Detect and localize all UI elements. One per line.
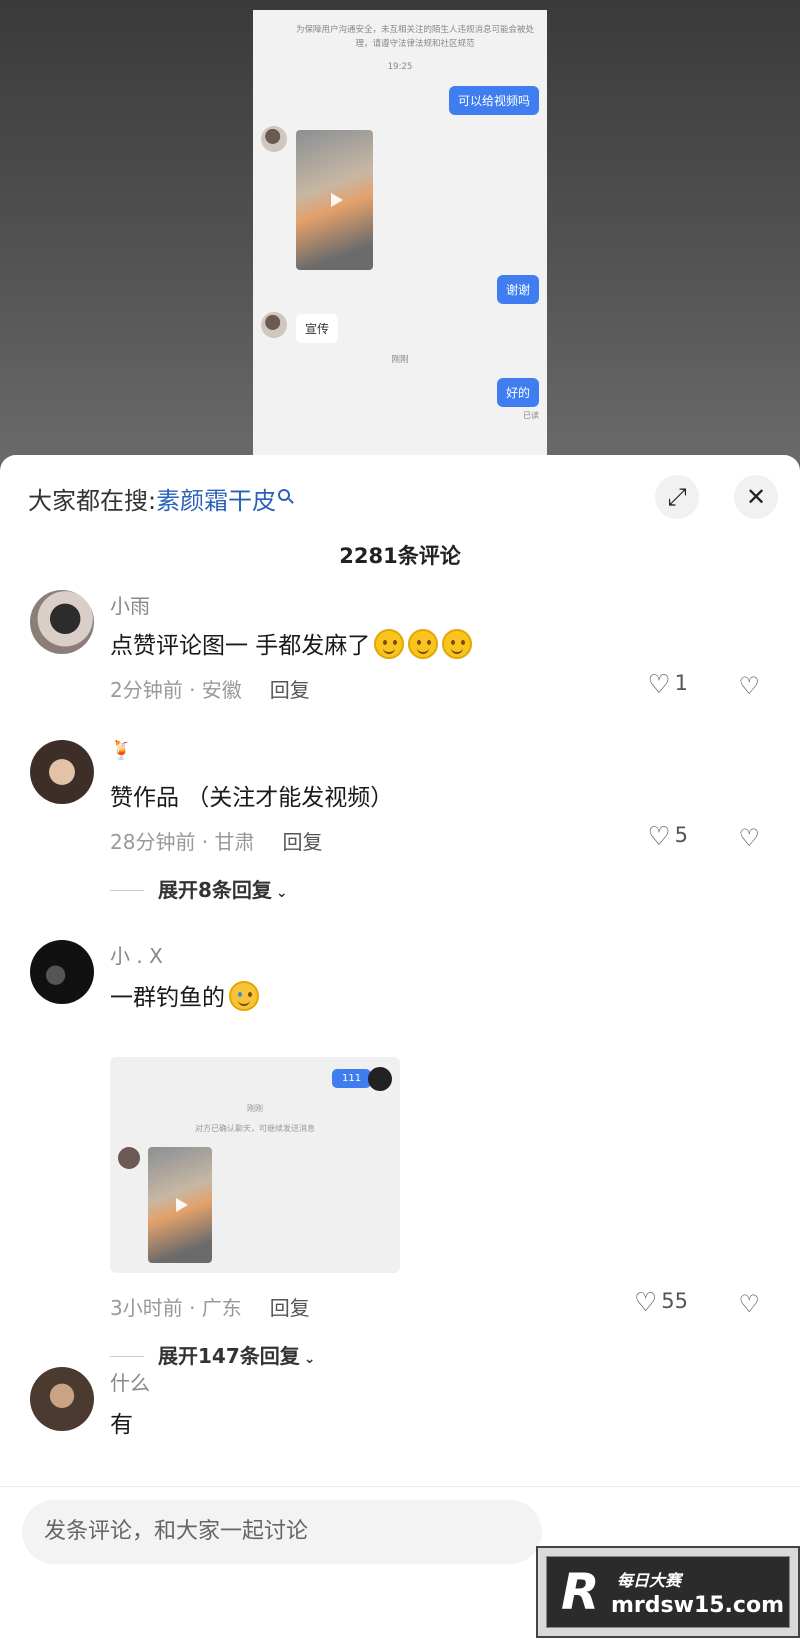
chat-avatar: [261, 126, 287, 152]
search-prefix: 大家都在搜:: [28, 487, 157, 515]
avatar[interactable]: [30, 940, 94, 1004]
comment-meta: 28分钟前 · 甘肃 回复: [110, 826, 323, 855]
time-location: 28分钟前 · 甘肃: [110, 830, 255, 854]
like-button[interactable]: ♡ 55: [634, 1288, 688, 1318]
expand-icon: ⤢: [667, 483, 687, 511]
like-count: 1: [674, 671, 688, 695]
chat-avatar: [261, 312, 287, 338]
chat-video-thumbnail: [296, 130, 373, 270]
chevron-down-icon: ⌄: [303, 1351, 316, 1367]
watermark-line2: mrdsw15.com: [611, 1593, 784, 1618]
chat-bubble-me: 好的: [496, 378, 539, 407]
like-count: 5: [674, 823, 688, 847]
chat-time: 刚刚: [391, 355, 409, 365]
chat-bubble-other: 宣传: [296, 314, 339, 343]
expand-replies-button[interactable]: 展开147条回复 ⌄: [110, 1340, 315, 1369]
heart-icon: ♡: [647, 822, 671, 852]
close-button[interactable]: ✕: [734, 475, 778, 519]
chat-avatar: [118, 1147, 140, 1169]
chat-bubble-me: 111: [332, 1069, 372, 1088]
smile-emoji-icon: [408, 629, 439, 659]
chat-avatar: [368, 1067, 392, 1091]
comment-text: 赞作品 （关注才能发视频）: [110, 785, 394, 811]
expand-replies-label: 展开8条回复: [158, 878, 272, 902]
chat-bubble-me: 谢谢: [496, 275, 539, 304]
crying-emoji-icon: [229, 981, 259, 1011]
like-button[interactable]: ♡ 5: [647, 822, 688, 852]
reply-button[interactable]: 回复: [283, 830, 323, 854]
avatar[interactable]: [30, 590, 94, 654]
watermark-inner: R 每日大赛 mrdsw15.com: [546, 1556, 790, 1628]
read-status: 已读: [523, 411, 539, 420]
divider-dash: [110, 1356, 144, 1357]
play-icon: [330, 193, 343, 207]
time-location: 3小时前 · 广东: [110, 1296, 242, 1320]
comment-meta: 3小时前 · 广东 回复: [110, 1292, 310, 1321]
avatar[interactable]: [30, 740, 94, 804]
comment-text-content: 一群钓鱼的: [110, 985, 225, 1011]
chat-time: 19:25: [387, 62, 413, 72]
comment-text: 点赞评论图一 手都发麻了: [110, 626, 473, 660]
avatar[interactable]: [30, 1367, 94, 1431]
like-button[interactable]: ♡ 1: [647, 670, 688, 700]
comment-count: 2281条评论: [339, 544, 461, 568]
heart-icon: ♡: [647, 670, 671, 700]
expand-replies-label: 展开147条回复: [158, 1344, 300, 1368]
dislike-icon[interactable]: ♡: [738, 1290, 760, 1318]
comment-text-content: 点赞评论图一 手都发麻了: [110, 633, 371, 659]
chat-notice: 对方已确认聊天，可继续发送消息: [195, 1124, 315, 1133]
divider: [0, 1486, 800, 1487]
smile-emoji-icon: [374, 629, 405, 659]
comment-username[interactable]: 什么: [110, 1367, 150, 1396]
comment-input[interactable]: 发条评论，和大家一起讨论: [22, 1500, 542, 1564]
expand-replies-button[interactable]: 展开8条回复 ⌄: [110, 874, 288, 903]
watermark-line1: 每日大赛: [617, 1571, 682, 1590]
close-icon: ✕: [745, 483, 767, 511]
chat-notice: 为保障用户沟通安全，未互相关注的陌生人违规消息可能会被处理，请遵守法律法规和社区…: [295, 25, 534, 49]
watermark-logo: R 每日大赛 mrdsw15.com: [536, 1546, 800, 1638]
chat-screenshot: 为保障用户沟通安全，未互相关注的陌生人违规消息可能会被处理，请遵守法律法规和社区…: [253, 10, 547, 460]
comment-image[interactable]: 111 刚刚 对方已确认聊天，可继续发送消息: [110, 1057, 400, 1273]
heart-icon: ♡: [633, 1288, 658, 1318]
comment-item: 什么 有: [0, 1367, 800, 1447]
reply-button[interactable]: 回复: [270, 1296, 310, 1320]
play-icon: [176, 1198, 188, 1212]
video-background[interactable]: 为保障用户沟通安全，未互相关注的陌生人违规消息可能会被处理，请遵守法律法规和社区…: [0, 0, 800, 470]
smile-emoji-icon: [442, 629, 473, 659]
search-icon: [278, 489, 291, 501]
chat-time: 刚刚: [247, 1104, 263, 1113]
time-location: 2分钟前 · 安徽: [110, 678, 242, 702]
like-count: 55: [661, 1289, 688, 1313]
comment-text: 一群钓鱼的: [110, 978, 259, 1012]
chevron-down-icon: ⌄: [275, 885, 288, 901]
comment-username[interactable]: 小雨: [110, 590, 150, 619]
comment-username[interactable]: 小 . X: [110, 940, 163, 969]
dislike-icon[interactable]: ♡: [738, 672, 760, 700]
cocktail-icon: 🍹: [110, 740, 133, 761]
comment-text: 有: [110, 1412, 133, 1438]
reply-button[interactable]: 回复: [270, 678, 310, 702]
dislike-icon[interactable]: ♡: [738, 824, 760, 852]
chat-bubble-me: 可以给视频吗: [448, 86, 539, 115]
chat-video-thumbnail: [148, 1147, 212, 1263]
divider-dash: [110, 890, 144, 891]
search-term[interactable]: 素颜霜干皮: [156, 487, 276, 515]
comment-meta: 2分钟前 · 安徽 回复: [110, 674, 310, 703]
expand-button[interactable]: ⤢: [655, 475, 699, 519]
comment-sheet: 大家都在搜:素颜霜干皮 ⤢ ✕ 2281条评论 小雨 点赞评论图一 手都发麻了 …: [0, 455, 800, 1638]
watermark-r: R: [561, 1563, 600, 1621]
search-suggestion[interactable]: 大家都在搜:素颜霜干皮: [28, 481, 291, 516]
